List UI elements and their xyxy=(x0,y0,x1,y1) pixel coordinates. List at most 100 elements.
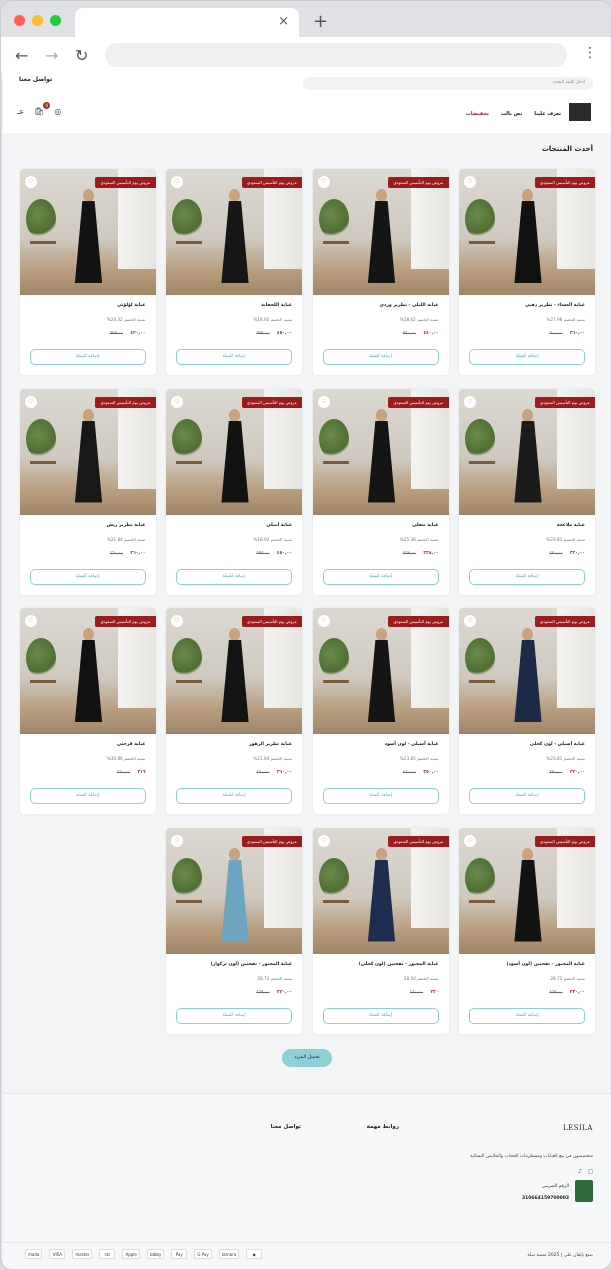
add-to-cart-button[interactable]: إضافة للسلة xyxy=(176,568,292,585)
wishlist-heart-icon[interactable]: ♡ xyxy=(317,615,330,627)
wishlist-heart-icon[interactable]: ♡ xyxy=(464,395,476,408)
product-card[interactable]: عروض يوم التأسيس السعودي ♡ عباية أسيلي -… xyxy=(459,608,595,814)
product-name[interactable]: عباية العساء - تطريز ذهبي xyxy=(525,303,585,308)
product-name[interactable]: عباية اللحفاية xyxy=(261,303,292,308)
product-card[interactable]: عروض يوم التأسيس السعودي ♡ عباية العساء … xyxy=(459,169,595,375)
product-card[interactable]: عروض يوم التأسيس السعودي ♡ عباية تطريز ا… xyxy=(166,608,302,814)
tab-close-icon[interactable]: × xyxy=(278,14,289,29)
wishlist-heart-icon[interactable]: ♡ xyxy=(464,834,476,847)
wishlist-heart-icon[interactable]: ♡ xyxy=(317,834,330,847)
wishlist-heart-icon[interactable]: ♡ xyxy=(317,176,330,188)
product-card[interactable]: عروض يوم التأسيس السعودي ♡ عباية أميلي ن… xyxy=(166,388,302,595)
product-name[interactable]: عباية المجبور - تفحتين (لون تركواز) xyxy=(210,962,292,967)
contact-link[interactable]: تواصل معنا xyxy=(19,76,52,83)
product-card[interactable]: عروض يوم التأسيس السعودي ♡ عباية المجبور… xyxy=(166,827,302,1034)
add-to-cart-button[interactable]: إضافة للسلة xyxy=(469,349,585,365)
add-to-cart-button[interactable]: إضافة للسلة xyxy=(29,349,146,365)
add-to-cart-button[interactable]: إضافة للسلة xyxy=(322,1007,439,1024)
address-bar[interactable] xyxy=(105,43,567,67)
load-more-button[interactable]: تحميل المزيد xyxy=(282,1049,332,1067)
product-name[interactable]: عباية لؤلؤتي xyxy=(117,303,145,308)
add-to-cart-button[interactable]: إضافة للسلة xyxy=(322,568,439,585)
browser-menu-icon[interactable]: ⋮ xyxy=(583,45,597,61)
product-card[interactable]: عروض يوم التأسيس السعودي ♡ عباية المجبور… xyxy=(312,827,449,1034)
product-image[interactable]: عروض يوم التأسيس السعودي ♡ xyxy=(459,388,595,515)
maximize-window-dot[interactable] xyxy=(50,15,61,26)
product-name[interactable]: عباية تنفلي xyxy=(412,523,438,528)
product-image[interactable]: عروض يوم التأسيس السعودي ♡ xyxy=(459,827,595,954)
reload-icon[interactable]: ↻ xyxy=(75,46,88,65)
language-switch[interactable]: عـ xyxy=(17,107,24,116)
back-icon[interactable]: ← xyxy=(15,46,28,65)
product-card[interactable]: عروض يوم التأسيس السعودي ♡ عباية أسيلي -… xyxy=(312,608,449,814)
nav-item-sales[interactable]: تخفيضات xyxy=(466,111,489,117)
product-card[interactable]: عروض يوم التأسيس السعودي ♡ عباية تطريز ر… xyxy=(19,388,156,595)
product-name[interactable]: عباية ملاعجة xyxy=(557,523,585,528)
wishlist-heart-icon[interactable]: ♡ xyxy=(171,615,183,627)
account-icon[interactable]: ◎ xyxy=(54,107,61,116)
add-to-cart-button[interactable]: إضافة للسلة xyxy=(469,568,585,585)
product-name[interactable]: عباية فرحتي xyxy=(117,742,146,747)
add-to-cart-button[interactable]: إضافة للسلة xyxy=(322,349,439,365)
product-name[interactable]: عباية تطريز الزهور xyxy=(249,742,292,747)
forward-icon[interactable]: → xyxy=(45,46,58,65)
product-name[interactable]: عباية أسيلي - لون كحلي xyxy=(530,742,585,747)
minimize-window-dot[interactable] xyxy=(32,15,43,26)
product-image[interactable]: عروض يوم التأسيس السعودي ♡ xyxy=(166,388,302,515)
product-name[interactable]: عباية الليلي - تطريز وردي xyxy=(380,303,439,308)
add-to-cart-button[interactable]: إضافة للسلة xyxy=(176,349,292,365)
wishlist-heart-icon[interactable]: ♡ xyxy=(171,395,183,408)
product-image[interactable]: عروض يوم التأسيس السعودي ♡ xyxy=(312,827,449,954)
product-name[interactable]: عباية المجبور - تفحتين (لون كحلي) xyxy=(359,962,439,967)
new-tab-icon[interactable]: + xyxy=(313,11,328,32)
add-to-cart-button[interactable]: إضافة للسلة xyxy=(469,1007,585,1024)
store-logo[interactable] xyxy=(569,103,591,121)
product-image[interactable]: عروض يوم التأسيس السعودي ♡ xyxy=(459,169,595,295)
close-window-dot[interactable] xyxy=(14,15,25,26)
product-image[interactable]: عروض يوم التأسيس السعودي ♡ xyxy=(19,169,156,295)
product-card[interactable]: عروض يوم التأسيس السعودي ♡ عباية تنفلي ن… xyxy=(312,388,449,595)
product-image[interactable]: عروض يوم التأسيس السعودي ♡ xyxy=(312,608,449,734)
wishlist-heart-icon[interactable]: ♡ xyxy=(317,395,330,408)
nav-item-2[interactable]: نص بالت xyxy=(501,111,522,117)
product-image[interactable]: عروض يوم التأسيس السعودي ♡ xyxy=(19,388,156,515)
wishlist-heart-icon[interactable]: ♡ xyxy=(24,176,37,188)
product-name[interactable]: عباية المجبور - تفحتين (لون أسود) xyxy=(506,962,585,967)
product-card[interactable]: عروض يوم التأسيس السعودي ♡ عباية لؤلؤتي … xyxy=(19,169,156,375)
search-input[interactable]: ادخل كلمة البحث xyxy=(303,77,593,90)
product-image[interactable]: عروض يوم التأسيس السعودي ♡ xyxy=(19,608,156,734)
cart-icon[interactable]: 🛍 0 xyxy=(34,102,51,116)
product-image[interactable]: عروض يوم التأسيس السعودي ♡ xyxy=(166,169,302,295)
browser-tab[interactable]: × xyxy=(75,8,299,38)
product-name[interactable]: عباية أسيلي - لون أسود xyxy=(385,742,439,747)
product-image[interactable]: عروض يوم التأسيس السعودي ♡ xyxy=(166,827,302,954)
promo-ribbon: عروض يوم التأسيس السعودي xyxy=(534,396,595,408)
add-to-cart-button[interactable]: إضافة للسلة xyxy=(469,788,585,804)
product-card[interactable]: عروض يوم التأسيس السعودي ♡ عباية اللحفاي… xyxy=(166,169,302,375)
add-to-cart-button[interactable]: إضافة للسلة xyxy=(322,788,439,804)
nav-item-about[interactable]: تعرف علينا xyxy=(534,111,561,117)
product-image[interactable]: عروض يوم التأسيس السعودي ♡ xyxy=(459,608,595,734)
product-image[interactable]: عروض يوم التأسيس السعودي ♡ xyxy=(312,388,449,515)
wishlist-heart-icon[interactable]: ♡ xyxy=(24,395,37,408)
product-image[interactable]: عروض يوم التأسيس السعودي ♡ xyxy=(166,608,302,734)
wishlist-heart-icon[interactable]: ♡ xyxy=(171,176,183,188)
add-to-cart-button[interactable]: إضافة للسلة xyxy=(176,788,292,804)
product-name[interactable]: عباية تطريز ريش xyxy=(107,523,146,528)
product-card[interactable]: عروض يوم التأسيس السعودي ♡ عباية فرحتي ن… xyxy=(19,608,156,814)
instagram-icon[interactable]: ◻ xyxy=(588,1168,593,1175)
abaya-shape xyxy=(367,640,396,722)
wishlist-heart-icon[interactable]: ♡ xyxy=(464,615,476,627)
add-to-cart-button[interactable]: إضافة للسلة xyxy=(29,788,146,804)
product-card[interactable]: عروض يوم التأسيس السعودي ♡ عباية ملاعجة … xyxy=(459,388,595,595)
product-name[interactable]: عباية أميلي xyxy=(266,523,292,528)
product-card[interactable]: عروض يوم التأسيس السعودي ♡ عباية المجبور… xyxy=(459,827,595,1034)
wishlist-heart-icon[interactable]: ♡ xyxy=(171,834,183,847)
tiktok-icon[interactable]: ♪ xyxy=(578,1168,582,1175)
wishlist-heart-icon[interactable]: ♡ xyxy=(464,176,476,188)
product-image[interactable]: عروض يوم التأسيس السعودي ♡ xyxy=(312,169,449,295)
add-to-cart-button[interactable]: إضافة للسلة xyxy=(29,568,146,585)
wishlist-heart-icon[interactable]: ♡ xyxy=(24,615,37,627)
add-to-cart-button[interactable]: إضافة للسلة xyxy=(176,1007,292,1024)
product-card[interactable]: عروض يوم التأسيس السعودي ♡ عباية الليلي … xyxy=(312,169,449,375)
